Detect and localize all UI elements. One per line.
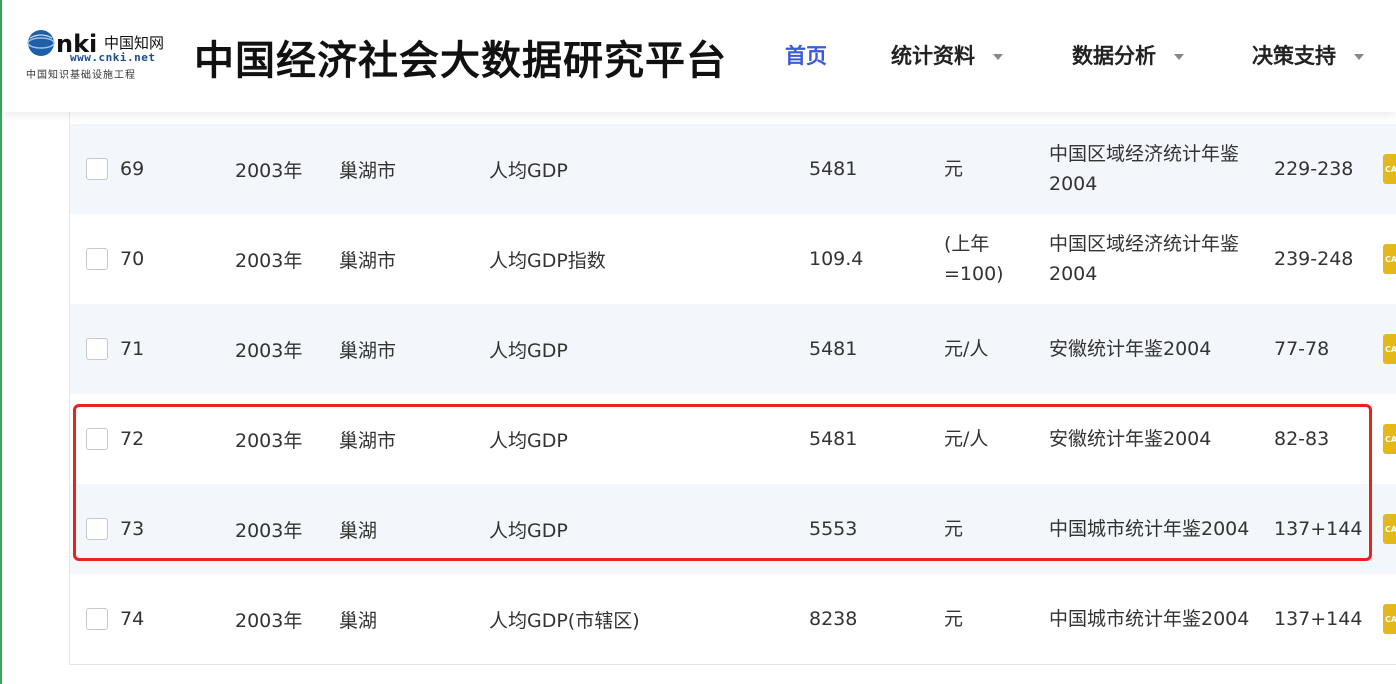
row-value: 109.4 — [809, 248, 864, 270]
site-header: nki 中国知网 www.cnki.net 中国知识基础设施工程 中国经济社会大… — [2, 0, 1396, 112]
site-title: 中国经济社会大数据研究平台 — [194, 38, 727, 84]
row-source[interactable]: 中国城市统计年鉴2004 — [1049, 574, 1259, 664]
row-pages: 229-238 — [1274, 158, 1354, 180]
cajviewer-tag[interactable]: CA — [1383, 244, 1396, 274]
table-row: 73 2003年 巢湖 人均GDP 5553 元 中国城市统计年鉴2004 13… — [70, 484, 1396, 574]
row-unit: 元/人 — [944, 428, 989, 450]
row-source[interactable]: 安徽统计年鉴2004 — [1049, 304, 1259, 394]
row-city: 巢湖 — [339, 609, 378, 632]
row-city: 巢湖市 — [339, 339, 397, 362]
table-row: 71 2003年 巢湖市 人均GDP 5481 元/人 安徽统计年鉴2004 7… — [70, 304, 1396, 394]
cnki-logo[interactable]: nki 中国知网 www.cnki.net 中国知识基础设施工程 — [26, 24, 186, 82]
svg-text:中国知网: 中国知网 — [104, 34, 164, 52]
nav-analysis-label: 数据分析 — [1072, 44, 1156, 68]
row-checkbox[interactable] — [86, 608, 108, 630]
cajviewer-tag[interactable]: CA — [1383, 334, 1396, 364]
row-value: 5481 — [809, 158, 858, 180]
row-unit: (上年=100) — [944, 233, 1004, 285]
row-source[interactable]: 中国城市统计年鉴2004 — [1049, 484, 1259, 574]
row-year: 2003年 — [235, 159, 303, 182]
row-id: 72 — [120, 428, 145, 450]
row-indicator[interactable]: 人均GDP(市辖区) — [489, 574, 640, 664]
row-unit: 元 — [944, 158, 964, 180]
row-id: 69 — [120, 158, 145, 180]
nav-analysis[interactable]: 数据分析 — [1072, 40, 1184, 70]
row-source[interactable]: 安徽统计年鉴2004 — [1049, 394, 1259, 484]
nav-statistics-label: 统计资料 — [891, 44, 975, 68]
nav-home[interactable]: 首页 — [785, 40, 827, 70]
row-id: 70 — [120, 248, 145, 270]
nav-home-label: 首页 — [785, 44, 827, 68]
row-indicator[interactable]: 人均GDP — [489, 394, 568, 484]
row-checkbox[interactable] — [86, 248, 108, 270]
cajviewer-tag[interactable]: CA — [1383, 154, 1396, 184]
row-pages: 137+144 — [1274, 518, 1363, 540]
row-id: 73 — [120, 518, 145, 540]
cajviewer-tag[interactable]: CA — [1383, 424, 1396, 454]
row-city: 巢湖市 — [339, 249, 397, 272]
chevron-down-icon — [993, 54, 1003, 60]
row-checkbox[interactable] — [86, 158, 108, 180]
row-year: 2003年 — [235, 609, 303, 632]
row-checkbox[interactable] — [86, 428, 108, 450]
row-unit: 元 — [944, 608, 964, 630]
row-year: 2003年 — [235, 249, 303, 272]
row-value: 5481 — [809, 428, 858, 450]
cajviewer-tag[interactable]: CA — [1383, 514, 1396, 544]
nav-decision[interactable]: 决策支持 — [1252, 40, 1364, 70]
chevron-down-icon — [1354, 54, 1364, 60]
table-row: 70 2003年 巢湖市 人均GDP指数 109.4 (上年=100) 中国区域… — [70, 214, 1396, 304]
row-source[interactable]: 中国区域经济统计年鉴2004 — [1049, 214, 1259, 304]
cajviewer-tag[interactable]: CA — [1383, 604, 1396, 634]
row-indicator[interactable]: 人均GDP — [489, 484, 568, 574]
row-pages: 239-248 — [1274, 248, 1354, 270]
table-row: 72 2003年 巢湖市 人均GDP 5481 元/人 安徽统计年鉴2004 8… — [70, 394, 1396, 484]
row-indicator[interactable]: 人均GDP — [489, 304, 568, 394]
row-year: 2003年 — [235, 429, 303, 452]
row-unit: 元 — [944, 518, 964, 540]
row-unit: 元/人 — [944, 338, 989, 360]
row-indicator[interactable]: 人均GDP指数 — [489, 214, 606, 304]
logo-subtitle: 中国知识基础设施工程 — [26, 70, 136, 81]
row-checkbox[interactable] — [86, 518, 108, 540]
results-table: 69 2003年 巢湖市 人均GDP 5481 元 中国区域经济统计年鉴2004… — [69, 112, 1396, 665]
row-indicator[interactable]: 人均GDP — [489, 124, 568, 214]
row-city: 巢湖市 — [339, 159, 397, 182]
row-source[interactable]: 中国区域经济统计年鉴2004 — [1049, 124, 1259, 214]
row-year: 2003年 — [235, 519, 303, 542]
row-id: 71 — [120, 338, 145, 360]
row-pages: 77-78 — [1274, 338, 1330, 360]
row-city: 巢湖 — [339, 519, 378, 542]
table-row: 69 2003年 巢湖市 人均GDP 5481 元 中国区域经济统计年鉴2004… — [70, 124, 1396, 214]
row-checkbox[interactable] — [86, 338, 108, 360]
row-pages: 137+144 — [1274, 608, 1363, 630]
row-year: 2003年 — [235, 339, 303, 362]
chevron-down-icon — [1174, 54, 1184, 60]
nav-statistics[interactable]: 统计资料 — [891, 40, 1003, 70]
row-city: 巢湖市 — [339, 429, 397, 452]
row-id: 74 — [120, 608, 145, 630]
row-value: 8238 — [809, 608, 858, 630]
nav-decision-label: 决策支持 — [1252, 44, 1336, 68]
logo-url: www.cnki.net — [70, 51, 156, 64]
row-value: 5553 — [809, 518, 858, 540]
row-pages: 82-83 — [1274, 428, 1330, 450]
table-row: 74 2003年 巢湖 人均GDP(市辖区) 8238 元 中国城市统计年鉴20… — [70, 574, 1396, 664]
row-value: 5481 — [809, 338, 858, 360]
